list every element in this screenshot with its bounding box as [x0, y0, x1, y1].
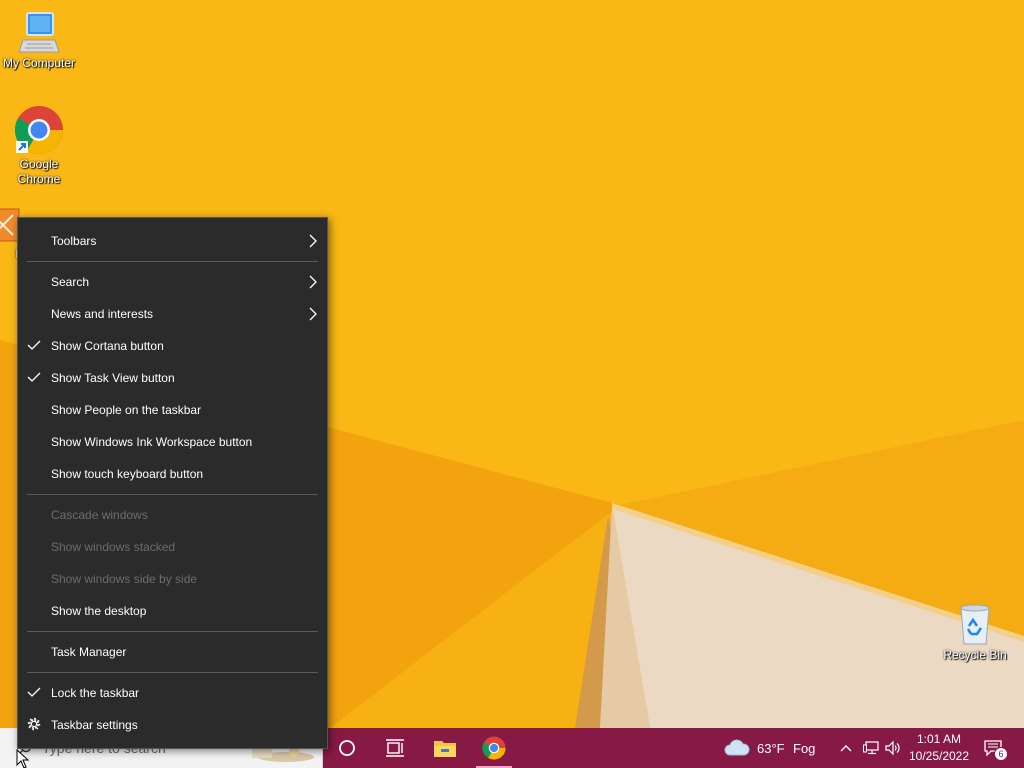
- clock-button[interactable]: 1:01 AM 10/25/2022: [906, 728, 972, 768]
- menu-item-label: Show windows side by side: [51, 572, 198, 586]
- recycle-bin-desktop-icon[interactable]: Recycle Bin: [936, 602, 1014, 663]
- chrome-label-line2: Chrome: [17, 172, 61, 186]
- menu-separator: [27, 631, 318, 632]
- network-icon: [863, 741, 879, 755]
- weather-condition: Fog: [793, 741, 816, 756]
- desktop[interactable]: My Computer Google Chrome Da Recycle Bin: [0, 0, 1024, 768]
- menu-item-show-the-desktop[interactable]: Show the desktop: [18, 595, 327, 627]
- cortana-icon: [339, 740, 355, 756]
- clock-time: 1:01 AM: [916, 732, 962, 746]
- menu-separator: [27, 672, 318, 673]
- menu-item-label: Show People on the taskbar: [51, 403, 202, 417]
- my-computer-desktop-icon[interactable]: My Computer: [0, 10, 78, 71]
- weather-widget[interactable]: 63°F Fog: [720, 728, 826, 768]
- menu-item-label: Show Cortana button: [51, 339, 164, 353]
- task-view-icon: [386, 739, 404, 757]
- chevron-right-icon: [309, 307, 317, 321]
- menu-item-news-and-interests[interactable]: News and interests: [18, 298, 327, 330]
- menu-item-show-touch-keyboard[interactable]: Show touch keyboard button: [18, 458, 327, 490]
- menu-item-task-manager[interactable]: Task Manager: [18, 636, 327, 668]
- computer-icon: [18, 12, 60, 53]
- chrome-icon: [14, 106, 64, 155]
- checkmark-icon: [27, 687, 41, 697]
- mouse-cursor: [16, 749, 30, 768]
- checkmark-icon: [27, 372, 41, 382]
- gear-icon: [27, 717, 41, 731]
- menu-item-search[interactable]: Search: [18, 266, 327, 298]
- chevron-right-icon: [309, 275, 317, 289]
- menu-item-label: Taskbar settings: [51, 718, 138, 732]
- cortana-button[interactable]: [323, 728, 371, 768]
- task-view-button[interactable]: [371, 728, 419, 768]
- my-computer-label: My Computer: [2, 56, 76, 70]
- menu-item-lock-the-taskbar[interactable]: Lock the taskbar: [18, 677, 327, 709]
- show-hidden-icons-button[interactable]: [838, 738, 854, 758]
- volume-button[interactable]: [884, 738, 902, 758]
- chevron-up-icon: [840, 745, 852, 752]
- chrome-label-line1: Google: [19, 157, 59, 171]
- taskbar-context-menu[interactable]: Toolbars Search News and interests Show …: [17, 217, 328, 749]
- menu-item-show-people[interactable]: Show People on the taskbar: [18, 394, 327, 426]
- weather-temperature: 63°F: [757, 741, 785, 756]
- file-explorer-icon: [434, 741, 456, 757]
- checkmark-icon: [27, 340, 41, 350]
- network-button[interactable]: [862, 738, 880, 758]
- recycle-bin-icon: [960, 604, 990, 645]
- clock-date: 10/25/2022: [908, 749, 970, 763]
- chevron-right-icon: [309, 234, 317, 248]
- menu-item-label: Show windows stacked: [51, 540, 176, 554]
- menu-item-label: Cascade windows: [51, 508, 148, 522]
- menu-item-show-task-view-button[interactable]: Show Task View button: [18, 362, 327, 394]
- speaker-icon: [885, 741, 900, 755]
- menu-item-show-windows-stacked: Show windows stacked: [18, 531, 327, 563]
- menu-item-label: Task Manager: [51, 645, 127, 659]
- recycle-bin-label: Recycle Bin: [943, 648, 1007, 662]
- menu-item-toolbars[interactable]: Toolbars: [18, 225, 327, 257]
- menu-item-label: Toolbars: [51, 234, 97, 248]
- menu-item-show-cortana-button[interactable]: Show Cortana button: [18, 330, 327, 362]
- menu-separator: [27, 261, 318, 262]
- menu-item-label: Search: [51, 275, 90, 289]
- menu-item-show-windows-ink-workspace[interactable]: Show Windows Ink Workspace button: [18, 426, 327, 458]
- menu-item-taskbar-settings[interactable]: Taskbar settings: [18, 709, 327, 741]
- cloud-icon: [724, 739, 750, 756]
- chrome-icon: [482, 736, 506, 760]
- menu-item-label: Show the desktop: [51, 604, 147, 618]
- action-center-button[interactable]: 6: [980, 728, 1012, 768]
- menu-item-show-windows-side-by-side: Show windows side by side: [18, 563, 327, 595]
- menu-item-label: Show touch keyboard button: [51, 467, 204, 481]
- menu-separator: [27, 494, 318, 495]
- menu-item-cascade-windows: Cascade windows: [18, 499, 327, 531]
- chrome-taskbar-button[interactable]: [470, 728, 518, 768]
- menu-item-label: Show Windows Ink Workspace button: [51, 435, 253, 449]
- google-chrome-desktop-icon[interactable]: Google Chrome: [0, 105, 78, 187]
- menu-item-label: Lock the taskbar: [51, 686, 140, 700]
- menu-item-label: Show Task View button: [51, 371, 175, 385]
- menu-item-label: News and interests: [51, 307, 154, 321]
- file-explorer-button[interactable]: [421, 728, 469, 768]
- notification-count-badge: 6: [994, 747, 1008, 761]
